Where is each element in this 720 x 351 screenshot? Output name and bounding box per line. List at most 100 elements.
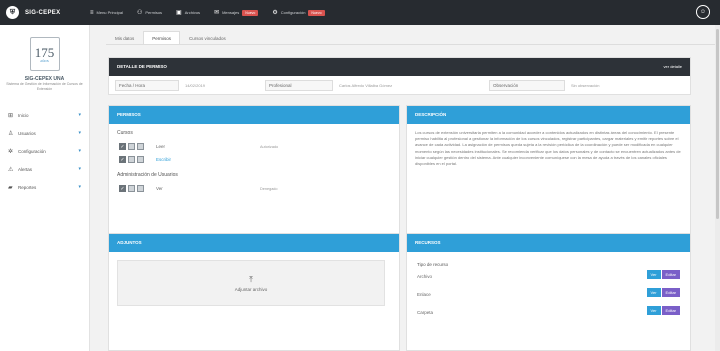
permissions-panel: PERMISOS Cursos ✓ Leer Autorizado ✓ Escr… <box>108 105 400 245</box>
permission-value: Denegado <box>260 186 278 191</box>
check-checkbox[interactable]: ✓ <box>119 185 126 192</box>
permission-name: Ver <box>156 186 163 191</box>
resource-row: Carpeta Ver Editar <box>407 303 690 321</box>
gear-icon: ⚙ <box>272 10 278 16</box>
description-header: DESCRIPCIÓN <box>407 106 690 124</box>
scrollbar[interactable] <box>715 25 720 351</box>
chevron-down-icon: ▾ <box>78 184 81 190</box>
scrollbar-thumb[interactable] <box>716 29 719 219</box>
nav-label: Configuración <box>280 10 306 15</box>
permission-value: Autorizado <box>260 144 279 149</box>
warning-icon: ⚠ <box>8 166 14 173</box>
status-badge: Nuevo <box>242 9 259 16</box>
check-checkbox[interactable] <box>137 156 144 163</box>
status-badge: Nuevo <box>308 9 325 16</box>
sidebar-item-label: Alertas <box>18 166 33 172</box>
detail-link[interactable]: ver detalle <box>664 58 682 76</box>
tab-mis-datos[interactable]: Mis datos <box>106 31 143 45</box>
upload-icon: ⤒ <box>249 274 253 284</box>
logo: 175 AÑOS <box>29 37 60 71</box>
nav-configuracion[interactable]: ⚙ Configuración Nuevo <box>272 9 325 16</box>
sidebar-item-label: Configuración <box>18 148 46 154</box>
check-checkbox[interactable] <box>137 143 144 150</box>
resource-name: Carpeta <box>417 309 434 315</box>
detail-row: Fecha / Hora 14/02/2019 Profesional Carl… <box>109 76 690 94</box>
view-button[interactable]: Ver <box>646 288 661 297</box>
permission-row: ✓ Ver Denegado <box>109 182 399 195</box>
image-icon: ▣ <box>176 10 182 16</box>
edit-button[interactable]: Editar <box>661 306 680 315</box>
cog-icon: ✲ <box>8 148 14 155</box>
description-text: Los cursos de extensión universitaria pe… <box>415 130 681 167</box>
folder-icon: ▰ <box>8 184 13 191</box>
resource-row: Enlace Ver Editar <box>407 285 690 303</box>
date-value: 14/02/2019 <box>185 82 206 88</box>
permission-name: Leer <box>156 144 166 149</box>
permission-link[interactable]: Escribir <box>156 157 216 162</box>
avatar[interactable]: ☺ <box>696 5 710 19</box>
resource-name: Enlace <box>417 291 431 297</box>
shield-icon: ⛨ <box>6 6 19 19</box>
tab-bar: Mis datos Permisos Cursos vinculados <box>106 31 235 45</box>
resources-header: RECURSOS <box>407 234 690 252</box>
check-checkbox[interactable]: ✓ <box>119 143 126 150</box>
permissions-header: PERMISOS <box>109 106 399 124</box>
date-field: Fecha / Hora <box>115 79 179 91</box>
sidebar-item-configuracion[interactable]: ✲ Configuración ▾ <box>0 142 89 160</box>
sidebar-item-label: Reportes <box>18 184 37 190</box>
mail-icon: ✉ <box>214 10 220 16</box>
edit-button[interactable]: Editar <box>661 270 680 279</box>
check-checkbox[interactable] <box>128 143 135 150</box>
upload-dropzone[interactable]: ⤒ Adjuntar archivo <box>117 260 385 306</box>
user-icon: ♙ <box>8 130 14 137</box>
professional-value: Carlos Alfredo Villalba Gómez <box>339 82 393 88</box>
brand-name: SIG-CEPEX <box>25 9 61 16</box>
attachments-header: ADJUNTOS <box>109 234 399 252</box>
check-checkbox[interactable]: ✓ <box>119 156 126 163</box>
nav-permisos[interactable]: ⚇ Permisos <box>137 9 162 16</box>
nav-archivos[interactable]: ▣ Archivos <box>176 9 200 16</box>
permission-row: ✓ Leer Autorizado <box>109 140 399 153</box>
view-button[interactable]: Ver <box>646 270 661 279</box>
upload-label: Adjuntar archivo <box>234 286 268 292</box>
attachments-panel: ADJUNTOS ⤒ Adjuntar archivo <box>108 233 400 351</box>
brand[interactable]: ⛨ SIG-CEPEX <box>0 6 90 19</box>
nav-label: Archivos <box>184 10 201 15</box>
nav-label: Permisos <box>145 10 163 15</box>
sidebar-item-alertas[interactable]: ⚠ Alertas ▾ <box>0 160 89 178</box>
resource-row: Archivo Ver Editar <box>407 267 690 285</box>
sidebar-subtitle: Sistema de Gestión de Información de Cur… <box>6 82 83 91</box>
check-checkbox[interactable] <box>128 156 135 163</box>
detail-header: DETALLE DE PERMISO ver detalle <box>109 58 690 76</box>
check-checkbox[interactable] <box>128 185 135 192</box>
check-checkbox[interactable] <box>137 185 144 192</box>
tab-permisos[interactable]: Permisos <box>143 31 181 45</box>
sidebar-item-reportes[interactable]: ▰ Reportes ▾ <box>0 178 89 196</box>
resource-name: Archivo <box>417 273 433 279</box>
logo-number: 175 <box>34 44 55 60</box>
menu-icon: ≡ <box>90 9 94 16</box>
main-content: Mis datos Permisos Cursos vinculados DET… <box>90 25 720 351</box>
observation-field: Observación <box>489 79 565 91</box>
nav-menu-principal[interactable]: ≡ Menu Principal <box>90 10 123 16</box>
sidebar-item-inicio[interactable]: ⊞ Inicio ▾ <box>0 106 89 124</box>
sidebar-item-label: Inicio <box>18 112 29 118</box>
observation-value: Sin observación <box>571 82 600 88</box>
resource-actions: Ver Editar <box>646 288 680 297</box>
edit-button[interactable]: Editar <box>661 288 680 297</box>
nav-mensajes[interactable]: ✉ Mensajes Nuevo <box>214 9 259 16</box>
sidebar-menu: ⊞ Inicio ▾ ♙ Usuarios ▾ ✲ Configuración … <box>0 106 89 196</box>
users-icon: ⚇ <box>136 10 143 16</box>
resource-actions: Ver Editar <box>646 306 680 315</box>
sidebar: 175 AÑOS SIG-CEPEX UNA Sistema de Gestió… <box>0 25 90 351</box>
view-button[interactable]: Ver <box>646 306 661 315</box>
chevron-down-icon: ▾ <box>78 112 81 118</box>
sidebar-item-usuarios[interactable]: ♙ Usuarios ▾ <box>0 124 89 142</box>
chevron-down-icon: ▾ <box>78 130 81 136</box>
group-title: Administración de Usuarios <box>117 172 178 178</box>
professional-field: Profesional <box>265 79 333 91</box>
tab-cursos-vinculados[interactable]: Cursos vinculados <box>180 31 235 45</box>
nav-label: Mensajes <box>222 10 240 15</box>
permission-row: ✓ Escribir <box>109 153 399 166</box>
resources-panel: RECURSOS Tipo de recurso Archivo Ver Edi… <box>406 233 691 351</box>
